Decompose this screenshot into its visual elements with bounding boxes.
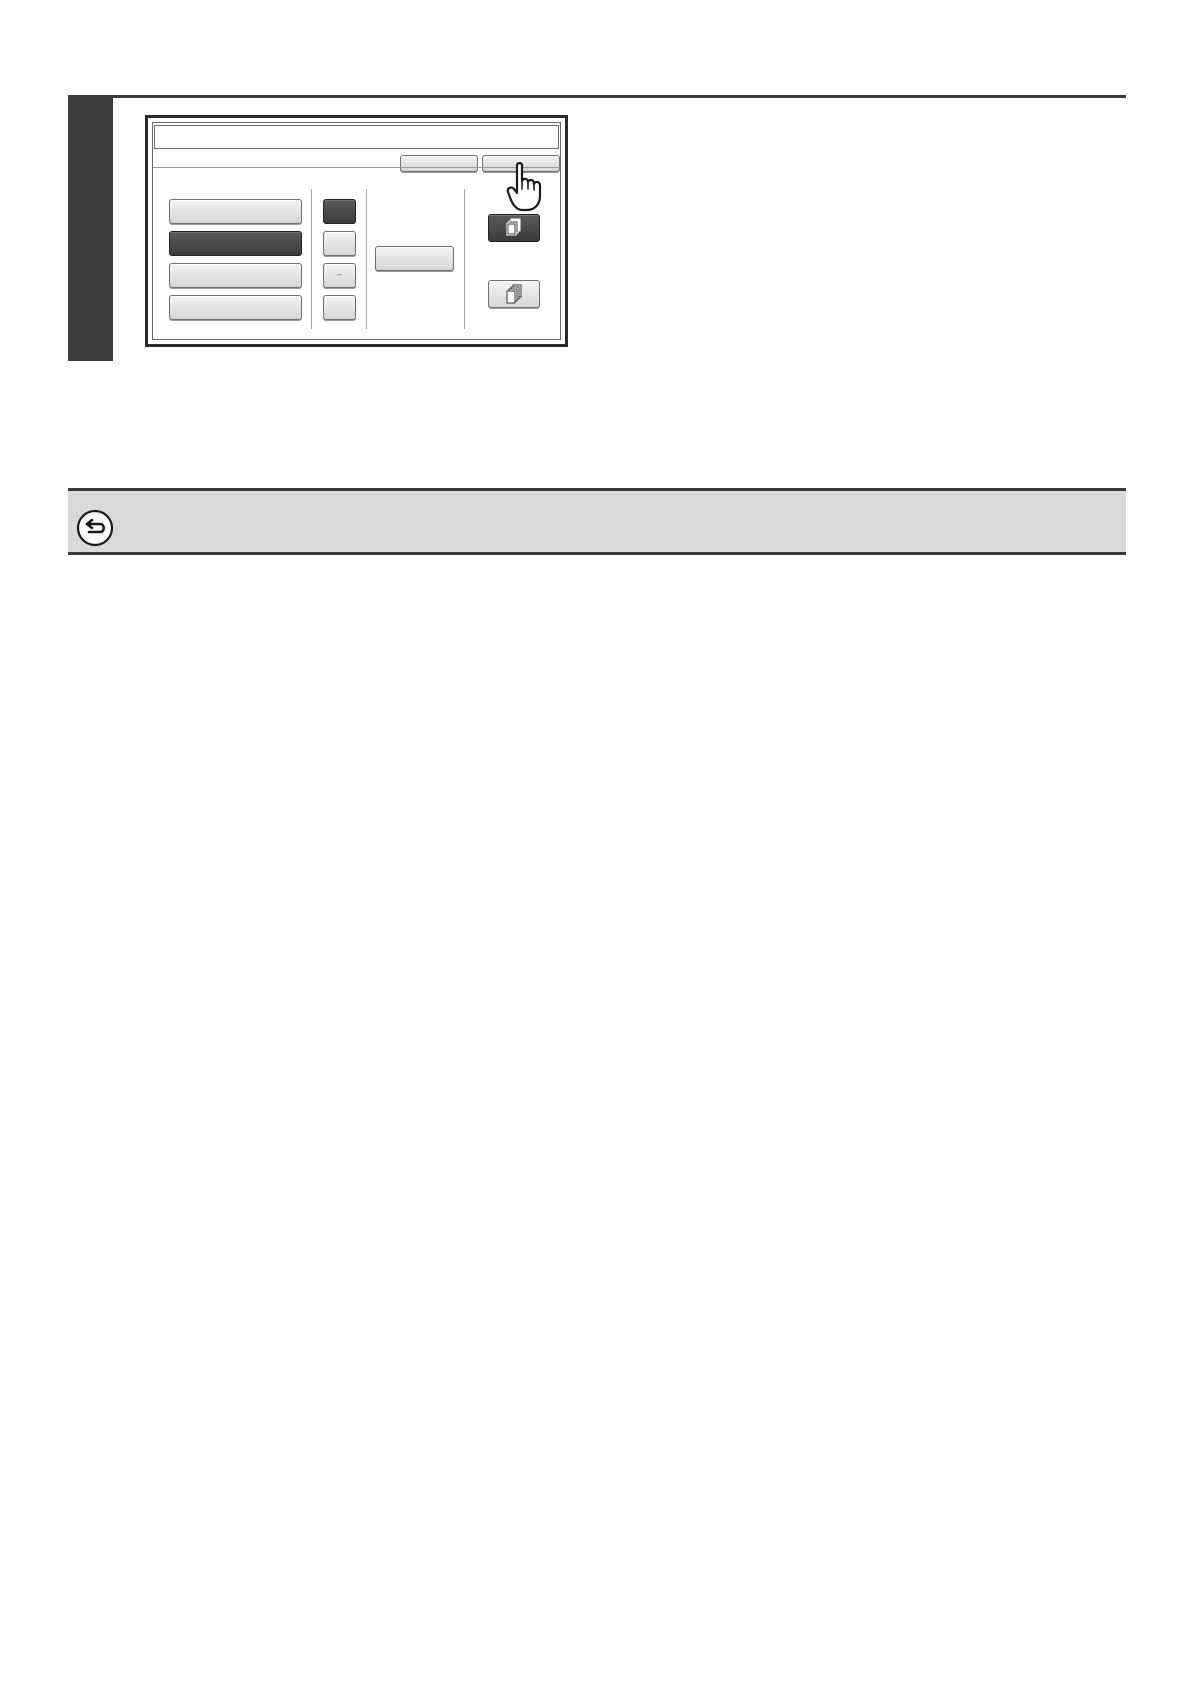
- header-divider: [153, 167, 560, 168]
- quantity-box-4[interactable]: [323, 295, 356, 320]
- panel-title-bar: [154, 125, 559, 149]
- column-divider-1: [311, 189, 312, 329]
- step-marker-bar: [68, 98, 113, 361]
- note-bar: [68, 488, 1126, 555]
- option-button-4[interactable]: [169, 295, 302, 320]
- column-divider-2: [366, 189, 367, 329]
- sort-stack-icon: [506, 218, 521, 236]
- return-arrow-icon: [76, 509, 114, 547]
- center-setting-button[interactable]: [375, 246, 454, 271]
- hand-pointer-icon: [506, 162, 542, 212]
- cancel-button[interactable]: [400, 155, 478, 172]
- option-button-2-selected[interactable]: [169, 231, 302, 256]
- sort-mode-button-selected[interactable]: [488, 214, 540, 242]
- column-divider-3: [464, 189, 465, 329]
- minus-button[interactable]: –: [323, 263, 356, 288]
- option-button-1[interactable]: [169, 199, 302, 224]
- top-rule: [68, 95, 1126, 98]
- group-stack-icon: [506, 284, 522, 304]
- touch-panel-illustration: –: [145, 115, 568, 347]
- panel-inner-frame: –: [152, 122, 561, 340]
- quantity-box-1-selected[interactable]: [323, 199, 356, 224]
- option-button-3[interactable]: [169, 263, 302, 288]
- minus-symbol: –: [336, 268, 342, 279]
- quantity-box-2[interactable]: [323, 231, 356, 256]
- group-mode-button[interactable]: [488, 280, 540, 308]
